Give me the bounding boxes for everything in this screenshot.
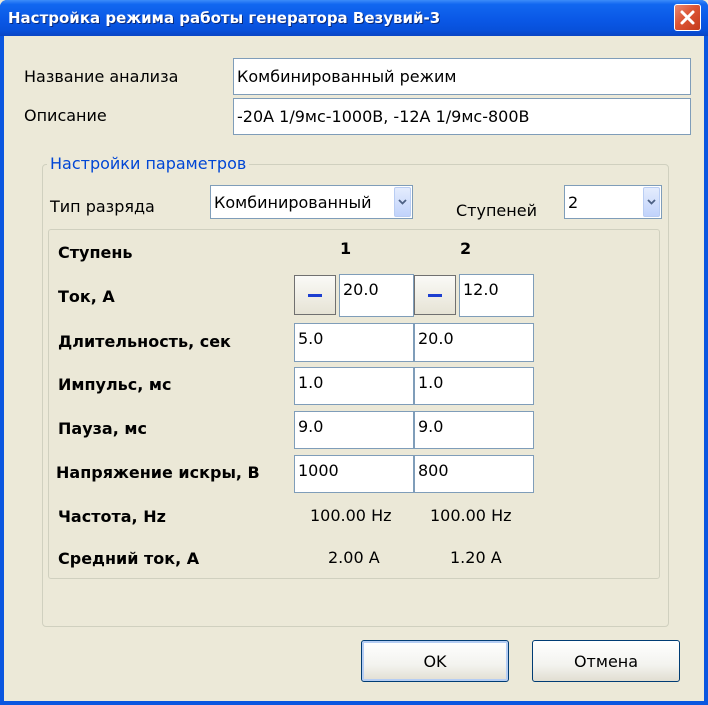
params-group-title: Настройки параметров [47, 154, 250, 173]
ok-button[interactable]: OK [361, 640, 509, 682]
step-header-label: Ступень [58, 243, 133, 262]
pulse-2-input[interactable]: 1.0 [414, 367, 534, 405]
description-input[interactable]: -20А 1/9мс-1000В, -12А 1/9мс-800В [233, 98, 691, 135]
close-button[interactable] [674, 4, 701, 31]
minus-icon [308, 293, 322, 297]
current-label: Ток, А [58, 287, 115, 306]
frequency-2-value: 100.00 Hz [430, 506, 512, 525]
close-icon [680, 10, 695, 25]
discharge-type-select[interactable]: Комбинированный [210, 185, 413, 219]
voltage-2-input[interactable]: 800 [414, 455, 534, 493]
current-2-input[interactable]: 12.0 [459, 274, 534, 317]
dialog-window: Настройка режима работы генератора Везув… [0, 0, 708, 705]
frequency-1-value: 100.00 Hz [310, 506, 392, 525]
current-2-minus-button[interactable] [414, 275, 456, 315]
pulse-1-input[interactable]: 1.0 [294, 367, 414, 405]
avg-current-1-value: 2.00 A [328, 548, 380, 567]
pause-2-input[interactable]: 9.0 [414, 411, 534, 449]
analysis-name-input[interactable]: Комбинированный режим [233, 58, 691, 95]
duration-label: Длительность, сек [58, 332, 231, 351]
current-1-minus-button[interactable] [294, 275, 336, 315]
cancel-button[interactable]: Отмена [532, 640, 680, 682]
avg-current-label: Средний ток, А [58, 549, 200, 568]
steps-dropdown-button[interactable] [643, 187, 660, 217]
minus-icon [428, 293, 442, 297]
pause-1-input[interactable]: 9.0 [294, 411, 414, 449]
steps-select[interactable]: 2 [564, 185, 662, 219]
frequency-label: Частота, Hz [58, 507, 166, 526]
dialog-body: Название анализа Комбинированный режим О… [4, 36, 704, 701]
analysis-name-label: Название анализа [24, 67, 179, 86]
pulse-label: Импульс, мс [58, 375, 172, 394]
discharge-type-value: Комбинированный [214, 192, 372, 212]
step-column-2-header: 2 [460, 239, 472, 258]
duration-2-input[interactable]: 20.0 [414, 323, 534, 362]
current-1-input[interactable]: 20.0 [339, 274, 414, 317]
step-column-1-header: 1 [340, 239, 352, 258]
duration-1-input[interactable]: 5.0 [294, 323, 414, 362]
voltage-label: Напряжение искры, В [56, 463, 260, 482]
title-bar[interactable]: Настройка режима работы генератора Везув… [0, 0, 708, 36]
discharge-type-label: Тип разряда [50, 197, 155, 216]
window-title: Настройка режима работы генератора Везув… [8, 9, 441, 27]
avg-current-2-value: 1.20 A [450, 548, 502, 567]
steps-value: 2 [568, 192, 579, 212]
steps-label: Ступеней [456, 201, 537, 220]
discharge-type-dropdown-button[interactable] [394, 187, 411, 217]
chevron-down-icon [647, 199, 656, 205]
chevron-down-icon [398, 199, 407, 205]
voltage-1-input[interactable]: 1000 [294, 455, 414, 493]
description-label: Описание [24, 106, 107, 125]
pause-label: Пауза, мс [58, 419, 147, 438]
